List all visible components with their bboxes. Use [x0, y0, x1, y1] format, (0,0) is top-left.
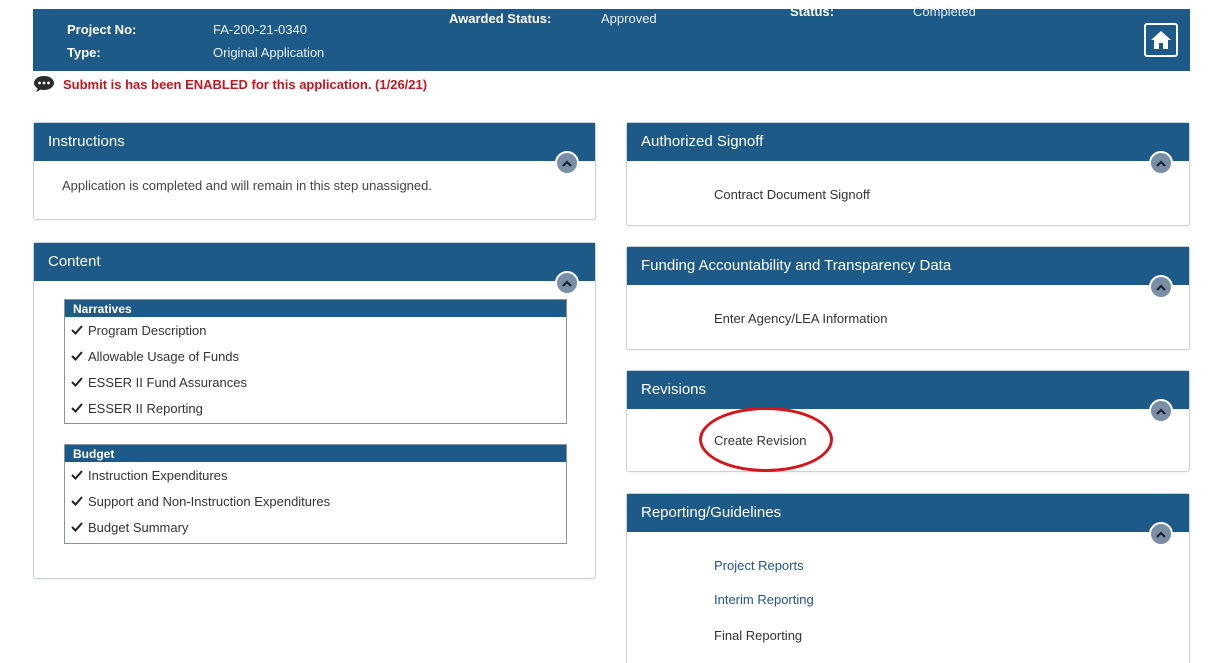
reporting-guidelines-panel: Reporting/Guidelines Project Reports Int… [626, 493, 1190, 663]
chevron-up-icon [1156, 530, 1166, 538]
narratives-box: Narratives Program Description Allowable… [64, 299, 567, 424]
checkmark-icon [71, 522, 83, 532]
revisions-header: Revisions [627, 371, 1189, 423]
authorized-signoff-header: Authorized Signoff [627, 123, 1189, 175]
chevron-up-icon [1156, 407, 1166, 415]
chevron-up-icon [1156, 283, 1166, 291]
narrative-item-label: ESSER II Reporting [88, 400, 203, 416]
checkmark-icon [71, 403, 83, 413]
authorized-signoff-title: Authorized Signoff [641, 133, 764, 150]
project-no-value: FA-200-21-0340 [213, 22, 307, 37]
checkmark-icon [71, 351, 83, 361]
status-label: Status: [790, 4, 835, 19]
enter-agency-lea-link[interactable]: Enter Agency/LEA Information [714, 311, 887, 326]
home-button[interactable] [1144, 23, 1178, 57]
notice-text: Submit is has been ENABLED for this appl… [63, 76, 428, 92]
funding-accountability-title: Funding Accountability and Transparency … [641, 257, 952, 274]
instructions-text: Application is completed and will remain… [62, 178, 432, 193]
funding-accountability-collapse-button[interactable] [1149, 275, 1173, 299]
narrative-item-label: ESSER II Fund Assurances [88, 374, 247, 390]
reporting-guidelines-collapse-button[interactable] [1149, 522, 1173, 546]
chevron-up-icon [562, 159, 572, 167]
instructions-title: Instructions [48, 133, 125, 150]
narrative-item-label: Allowable Usage of Funds [88, 348, 240, 364]
budget-item[interactable]: Budget Summary [65, 514, 566, 540]
final-reporting-link[interactable]: Final Reporting [714, 628, 802, 643]
content-panel: Content Narratives Program Description A… [33, 242, 596, 579]
authorized-signoff-panel: Authorized Signoff Contract Document Sig… [626, 122, 1190, 226]
project-no-label: Project No: [67, 22, 137, 37]
application-header: Project No: FA-200-21-0340 Type: Origina… [33, 4, 1190, 71]
type-value: Original Application [213, 45, 325, 60]
narrative-item[interactable]: ESSER II Reporting [65, 395, 566, 421]
content-collapse-button[interactable] [555, 271, 579, 295]
revisions-title: Revisions [641, 381, 707, 398]
instructions-collapse-button[interactable] [555, 151, 579, 175]
funding-accountability-panel: Funding Accountability and Transparency … [626, 246, 1190, 350]
revisions-collapse-button[interactable] [1149, 399, 1173, 423]
content-header: Content [34, 243, 595, 295]
awarded-status-label: Awarded Status: [449, 11, 552, 26]
checkmark-icon [71, 377, 83, 387]
budget-title: Budget [65, 445, 566, 462]
budget-item-label: Support and Non-Instruction Expenditures [88, 493, 331, 509]
narrative-item[interactable]: ESSER II Fund Assurances [65, 369, 566, 395]
interim-reporting-link[interactable]: Interim Reporting [714, 592, 814, 607]
contract-document-signoff-link[interactable]: Contract Document Signoff [714, 187, 870, 202]
budget-item-label: Instruction Expenditures [88, 467, 228, 483]
authorized-signoff-collapse-button[interactable] [1149, 151, 1173, 175]
budget-item[interactable]: Instruction Expenditures [65, 462, 566, 488]
chat-bubble-icon [34, 76, 54, 92]
instructions-header: Instructions [34, 123, 595, 175]
chevron-up-icon [1156, 159, 1166, 167]
budget-box: Budget Instruction Expenditures Support … [64, 444, 567, 544]
content-title: Content [48, 253, 101, 270]
chevron-up-icon [562, 279, 572, 287]
project-reports-link[interactable]: Project Reports [714, 558, 804, 573]
budget-item[interactable]: Support and Non-Instruction Expenditures [65, 488, 566, 514]
status-value: Completed [913, 4, 976, 19]
highlight-circle [699, 407, 833, 472]
type-label: Type: [67, 45, 101, 60]
funding-accountability-header: Funding Accountability and Transparency … [627, 247, 1189, 299]
checkmark-icon [71, 496, 83, 506]
checkmark-icon [71, 325, 83, 335]
home-icon [1151, 31, 1171, 49]
budget-item-label: Budget Summary [88, 519, 189, 535]
enabled-notice: Submit is has been ENABLED for this appl… [33, 73, 427, 95]
narratives-title: Narratives [65, 300, 566, 317]
instructions-panel: Instructions Application is completed an… [33, 122, 596, 220]
reporting-guidelines-header: Reporting/Guidelines [627, 494, 1189, 546]
checkmark-icon [71, 470, 83, 480]
narrative-item[interactable]: Program Description [65, 317, 566, 343]
awarded-status-value: Approved [601, 11, 657, 26]
reporting-guidelines-title: Reporting/Guidelines [641, 504, 782, 521]
narrative-item[interactable]: Allowable Usage of Funds [65, 343, 566, 369]
narrative-item-label: Program Description [88, 322, 207, 338]
